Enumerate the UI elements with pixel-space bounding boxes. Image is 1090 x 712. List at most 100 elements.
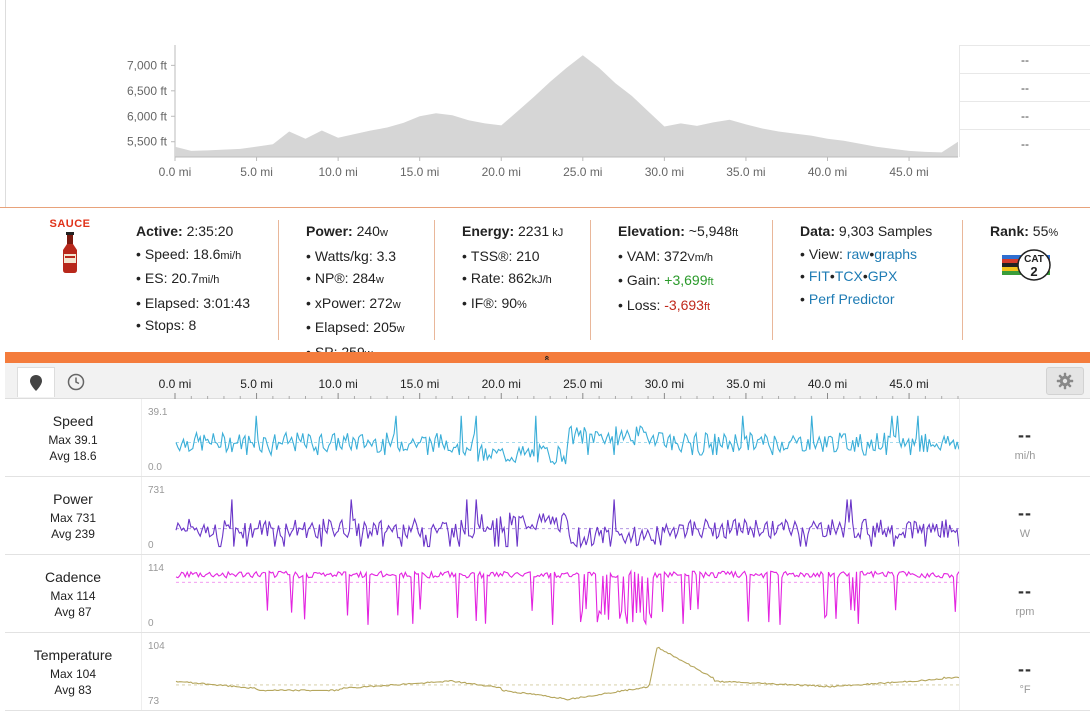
stream-unit: °F (1019, 684, 1031, 696)
stream-line-power (175, 499, 960, 549)
stats-divider (278, 220, 279, 340)
if-row: IF®: 90% (462, 292, 563, 317)
elevation-x-tick-label: 15.0 mi (400, 165, 439, 179)
streams-x-tick-label: 20.0 mi (482, 377, 521, 391)
elevation-stats: Elevation: ~5,948ft VAM: 372Vm/h Gain: +… (618, 220, 738, 318)
stream-avg: Avg 239 (51, 527, 95, 541)
streams-x-tick-label: 10.0 mi (318, 377, 357, 391)
time-tab[interactable] (57, 367, 95, 397)
stream-row-cadence: Cadence Max 114 Avg 87 114 0 -- rpm (5, 555, 1090, 633)
stream-current-value: -- (1018, 425, 1032, 445)
stream-ymin-label: 0 (148, 618, 154, 629)
elevation-x-tick-label: 25.0 mi (563, 165, 602, 179)
tss-row: TSS®: 210 (462, 245, 563, 268)
elevation-x-tick-label: 5.0 mi (240, 165, 273, 179)
rate-row: Rate: 862kJ/h (462, 267, 563, 292)
elevation-area (175, 55, 958, 158)
stream-label: Power Max 731 Avg 239 (5, 477, 141, 554)
stream-row-power: Power Max 731 Avg 239 731 0 -- W (5, 477, 1090, 555)
collapse-chevron-icon: « (542, 354, 553, 361)
svg-text:2: 2 (1030, 264, 1037, 279)
elevation-value: ~5,948 (688, 223, 733, 239)
active-label: Active: (136, 223, 183, 239)
stream-plot-power[interactable]: 731 0 (141, 477, 960, 554)
stream-plot-cadence[interactable]: 114 0 (141, 555, 960, 632)
stream-ymin-label: 0.0 (148, 462, 162, 473)
gain-row: Gain: +3,699ft (618, 269, 738, 294)
location-pin-icon (30, 374, 42, 391)
stream-max: Max 39.1 (48, 433, 98, 447)
stream-ymax-label: 104 (148, 641, 165, 652)
stream-line-cadence (175, 569, 960, 626)
loss-row: Loss: -3,693ft (618, 294, 738, 319)
elapsed-power-row: Elapsed: 205w (306, 316, 405, 341)
stream-ymin-label: 73 (148, 696, 160, 707)
perf-predictor-link[interactable]: Perf Predictor (809, 291, 895, 307)
stream-ymax-label: 731 (148, 485, 165, 496)
elevation-y-tick-label: 6,000 ft (127, 109, 168, 123)
stream-name: Power (53, 491, 93, 507)
elevation-side-value: -- (959, 101, 1090, 129)
es-row: ES: 20.7mi/h (136, 267, 250, 292)
stream-avg: Avg 18.6 (49, 449, 97, 463)
stream-name: Cadence (44, 569, 102, 585)
stream-svg-speed: 39.1 0.0 (148, 407, 960, 473)
sauce-bottle-icon (63, 232, 77, 273)
xpower-row: xPower: 272w (306, 292, 405, 317)
energy-value: 2231 (518, 223, 550, 239)
elevation-x-tick-label: 40.0 mi (808, 165, 847, 179)
elevation-x-tick-label: 0.0 mi (159, 165, 192, 179)
active-value: 2:35:20 (186, 223, 234, 239)
stream-label: Cadence Max 114 Avg 87 (5, 555, 141, 632)
elevation-y-tick-label: 5,500 ft (127, 135, 168, 149)
power-value: 240 (356, 223, 380, 239)
rank-value: 55 (1032, 223, 1049, 239)
stream-line-speed (175, 415, 960, 466)
streams-x-tick-label: 15.0 mi (400, 377, 439, 391)
graphs-link[interactable]: graphs (874, 246, 917, 262)
speed-row: Speed: 18.6mi/h (136, 243, 250, 268)
stream-svg-cadence: 114 0 (148, 563, 960, 629)
settings-button[interactable] (1046, 367, 1084, 395)
elevation-label: Elevation: (618, 223, 685, 239)
stream-ymax-label: 114 (148, 563, 164, 574)
rank-stats: Rank: 55% CAT 2 (990, 223, 1059, 281)
map-tab[interactable] (17, 367, 55, 397)
streams-x-tick-label: 0.0 mi (159, 377, 192, 391)
gpx-link[interactable]: GPX (868, 268, 898, 284)
tcx-link[interactable]: TCX (835, 268, 863, 284)
stats-divider (590, 220, 591, 340)
stats-divider (434, 220, 435, 340)
elevation-side-panel: -- -- -- -- (959, 45, 1090, 157)
panel-collapse-bar[interactable]: « (5, 352, 1090, 363)
stream-avg: Avg 87 (54, 605, 92, 619)
stats-panel: SAUCE Active: 2:35:20 Speed: 18.6mi/h ES… (0, 207, 1090, 360)
active-stats: Active: 2:35:20 Speed: 18.6mi/h ES: 20.7… (136, 220, 250, 337)
sauce-badge[interactable]: SAUCE (44, 218, 96, 279)
streams-header: 0.0 mi 5.0 mi 10.0 mi 15.0 mi 20.0 mi 25.0 mi… (5, 363, 1090, 399)
energy-label: Energy: (462, 223, 515, 239)
stream-readout: -- rpm (959, 555, 1090, 632)
gear-icon (1056, 372, 1074, 390)
cat-badge-icon[interactable]: CAT 2 (1000, 247, 1052, 281)
raw-link[interactable]: raw (847, 246, 870, 262)
elevation-x-tick-label: 35.0 mi (726, 165, 765, 179)
wkg-row: Watts/kg: 3.3 (306, 245, 405, 268)
elevation-side-value: -- (959, 45, 1090, 73)
stream-plot-temperature[interactable]: 104 73 (141, 633, 960, 710)
elapsed-row: Elapsed: 3:01:43 (136, 292, 250, 315)
stream-name: Temperature (33, 647, 113, 663)
data-stats: Data: 9,303 Samples View: raw•graphs FIT… (800, 220, 932, 310)
elevation-x-tick-label: 45.0 mi (889, 165, 928, 179)
stream-plot-speed[interactable]: 39.1 0.0 (141, 399, 960, 476)
stream-svg-power: 731 0 (148, 485, 960, 551)
elevation-chart[interactable]: 7,000 ft 6,500 ft 6,000 ft 5,500 ft 0.0 mi 5.… (0, 0, 1090, 207)
fit-link[interactable]: FIT (809, 268, 830, 284)
power-stats: Power: 240w Watts/kg: 3.3 NP®: 284w xPow… (306, 220, 405, 365)
stream-svg-temperature: 104 73 (148, 641, 960, 707)
np-row: NP®: 284w (306, 267, 405, 292)
vam-row: VAM: 372Vm/h (618, 245, 738, 270)
streams-x-tick-label: 30.0 mi (645, 377, 684, 391)
stream-unit: rpm (1015, 606, 1035, 618)
streams-x-tick-label: 25.0 mi (563, 377, 602, 391)
